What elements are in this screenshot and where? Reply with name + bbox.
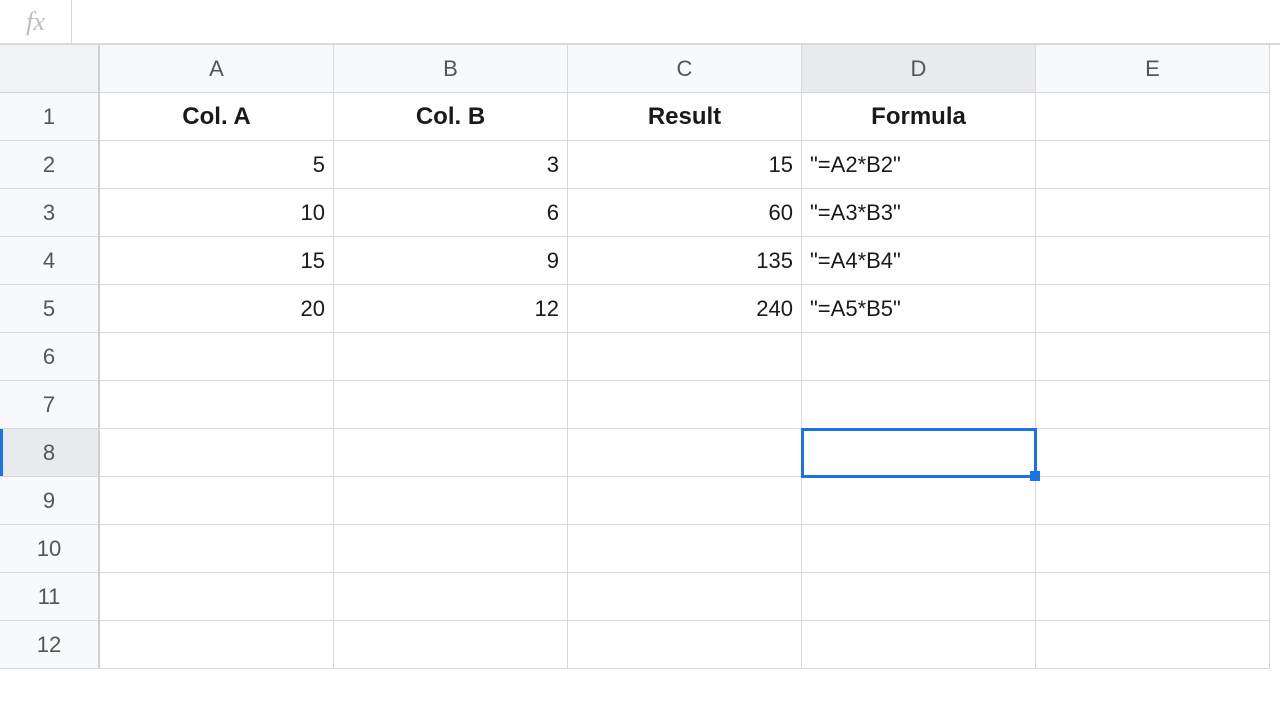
col-header-E[interactable]: E	[1036, 45, 1270, 93]
cell-C8[interactable]	[568, 429, 802, 477]
cell-B2[interactable]: 3	[334, 141, 568, 189]
cell-D5[interactable]: "=A5*B5"	[802, 285, 1036, 333]
cell-D8[interactable]	[802, 429, 1036, 477]
cell-A6[interactable]	[100, 333, 334, 381]
cell-A9[interactable]	[100, 477, 334, 525]
cell-B4[interactable]: 9	[334, 237, 568, 285]
row-header-5[interactable]: 5	[0, 285, 100, 333]
row-header-12[interactable]: 12	[0, 621, 100, 669]
formula-bar: fx	[0, 0, 1280, 44]
cell-E8[interactable]	[1036, 429, 1270, 477]
row-header-8[interactable]: 8	[0, 429, 100, 477]
cell-E7[interactable]	[1036, 381, 1270, 429]
cell-C4[interactable]: 135	[568, 237, 802, 285]
fill-handle[interactable]	[1030, 471, 1040, 481]
cell-A11[interactable]	[100, 573, 334, 621]
cell-A4[interactable]: 15	[100, 237, 334, 285]
cell-A2[interactable]: 5	[100, 141, 334, 189]
cell-D11[interactable]	[802, 573, 1036, 621]
cell-C9[interactable]	[568, 477, 802, 525]
cell-D10[interactable]	[802, 525, 1036, 573]
cell-C1[interactable]: Result	[568, 93, 802, 141]
cell-A1[interactable]: Col. A	[100, 93, 334, 141]
select-all-corner[interactable]	[0, 45, 100, 93]
col-header-B[interactable]: B	[334, 45, 568, 93]
fx-icon[interactable]: fx	[0, 0, 72, 43]
row-header-11[interactable]: 11	[0, 573, 100, 621]
cell-D4[interactable]: "=A4*B4"	[802, 237, 1036, 285]
cell-B5[interactable]: 12	[334, 285, 568, 333]
row-header-2[interactable]: 2	[0, 141, 100, 189]
formula-input[interactable]	[72, 0, 1280, 43]
col-header-A[interactable]: A	[100, 45, 334, 93]
cell-D7[interactable]	[802, 381, 1036, 429]
cell-B1[interactable]: Col. B	[334, 93, 568, 141]
cell-C10[interactable]	[568, 525, 802, 573]
cell-C5[interactable]: 240	[568, 285, 802, 333]
cell-E5[interactable]	[1036, 285, 1270, 333]
cell-B10[interactable]	[334, 525, 568, 573]
cell-B8[interactable]	[334, 429, 568, 477]
row-header-3[interactable]: 3	[0, 189, 100, 237]
cell-E9[interactable]	[1036, 477, 1270, 525]
cell-E10[interactable]	[1036, 525, 1270, 573]
cell-D12[interactable]	[802, 621, 1036, 669]
cell-A5[interactable]: 20	[100, 285, 334, 333]
cell-B7[interactable]	[334, 381, 568, 429]
cell-D2[interactable]: "=A2*B2"	[802, 141, 1036, 189]
row-header-4[interactable]: 4	[0, 237, 100, 285]
row-header-10[interactable]: 10	[0, 525, 100, 573]
cell-E1[interactable]	[1036, 93, 1270, 141]
cell-B6[interactable]	[334, 333, 568, 381]
spreadsheet-grid: A B C D E 1 Col. A Col. B Result Formula…	[0, 44, 1280, 669]
cell-C2[interactable]: 15	[568, 141, 802, 189]
cell-C12[interactable]	[568, 621, 802, 669]
cell-C7[interactable]	[568, 381, 802, 429]
row-header-6[interactable]: 6	[0, 333, 100, 381]
cell-E12[interactable]	[1036, 621, 1270, 669]
cell-B9[interactable]	[334, 477, 568, 525]
cell-C6[interactable]	[568, 333, 802, 381]
row-header-9[interactable]: 9	[0, 477, 100, 525]
cell-E4[interactable]	[1036, 237, 1270, 285]
cell-E3[interactable]	[1036, 189, 1270, 237]
cell-E2[interactable]	[1036, 141, 1270, 189]
cell-D3[interactable]: "=A3*B3"	[802, 189, 1036, 237]
row-header-7[interactable]: 7	[0, 381, 100, 429]
col-header-D[interactable]: D	[802, 45, 1036, 93]
cell-B11[interactable]	[334, 573, 568, 621]
cell-C11[interactable]	[568, 573, 802, 621]
cell-B12[interactable]	[334, 621, 568, 669]
cell-C3[interactable]: 60	[568, 189, 802, 237]
cell-A8[interactable]	[100, 429, 334, 477]
cell-D9[interactable]	[802, 477, 1036, 525]
cell-E6[interactable]	[1036, 333, 1270, 381]
cell-A12[interactable]	[100, 621, 334, 669]
cell-E11[interactable]	[1036, 573, 1270, 621]
cell-A3[interactable]: 10	[100, 189, 334, 237]
cell-D1[interactable]: Formula	[802, 93, 1036, 141]
cell-A10[interactable]	[100, 525, 334, 573]
cell-D6[interactable]	[802, 333, 1036, 381]
cell-A7[interactable]	[100, 381, 334, 429]
cell-B3[interactable]: 6	[334, 189, 568, 237]
col-header-C[interactable]: C	[568, 45, 802, 93]
row-header-1[interactable]: 1	[0, 93, 100, 141]
